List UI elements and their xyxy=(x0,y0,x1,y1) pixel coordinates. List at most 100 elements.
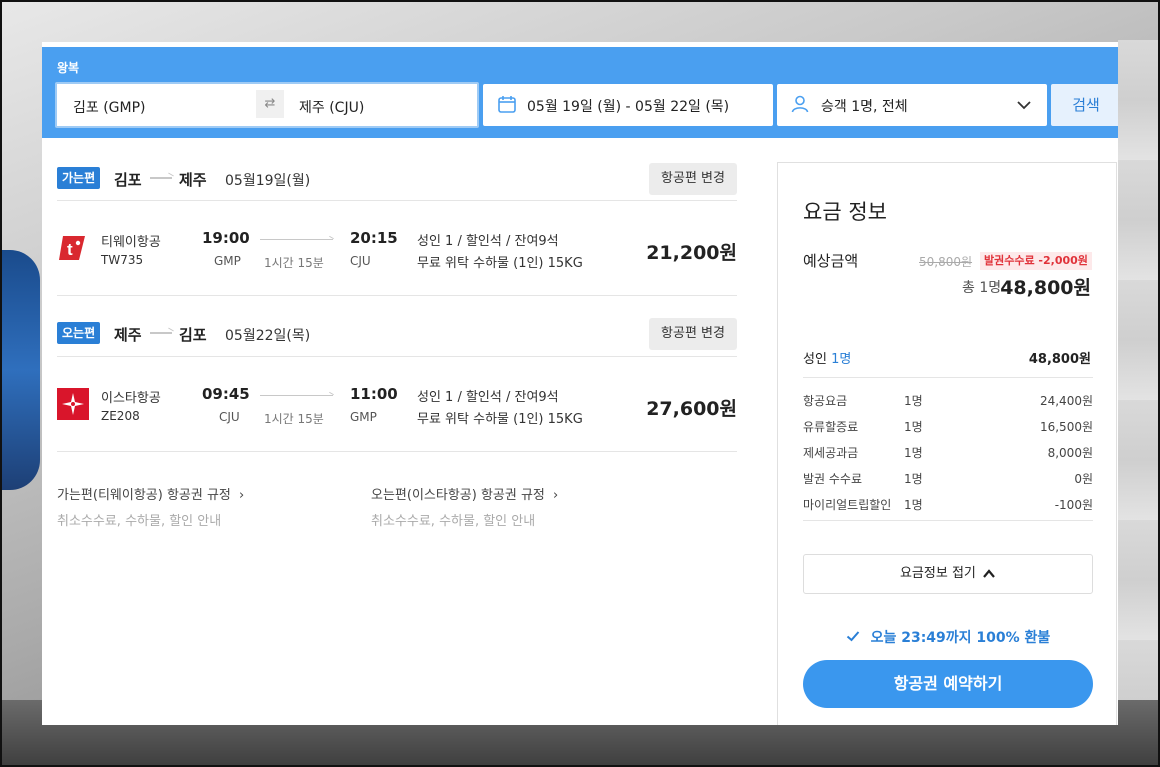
divider xyxy=(57,200,737,201)
divider xyxy=(57,295,737,296)
total-price: 48,800원 xyxy=(1000,277,1091,299)
origin-field[interactable]: 김포 (GMP) xyxy=(73,97,146,117)
breakdown-name: 제세공과금 xyxy=(803,446,859,460)
outbound-change-button[interactable]: 항공편 변경 xyxy=(649,163,737,195)
breakdown-count: 1명 xyxy=(904,394,923,408)
inbound-change-button[interactable]: 항공편 변경 xyxy=(649,318,737,350)
seat-info: 성인 1 / 할인석 / 잔여9석 xyxy=(417,234,559,249)
book-ticket-button[interactable]: 항공권 예약하기 xyxy=(803,660,1093,708)
arrival-airport: CJU xyxy=(350,254,371,268)
arrival-time: 11:00 xyxy=(350,385,398,403)
baggage-info: 무료 위탁 수하물 (1인) 15KG xyxy=(417,412,583,427)
fare-breakdown-row: 항공요금 1명 24,400원 xyxy=(803,392,1093,412)
inbound-header: 오는편 제주 김포 05월22일(목) 항공편 변경 xyxy=(57,318,737,350)
inbound-rules-link[interactable]: 오는편(이스타항공) 항공권 규정 › xyxy=(371,484,558,503)
chevron-down-icon[interactable] xyxy=(1015,96,1033,114)
chevron-up-icon xyxy=(983,568,995,578)
background-airplane-tail xyxy=(0,250,40,490)
fare-breakdown-row: 유류할증료 1명 16,500원 xyxy=(803,418,1093,438)
route-field[interactable]: 김포 (GMP) ⇄ 제주 (CJU) xyxy=(55,82,479,128)
flight-line xyxy=(260,239,333,240)
inbound-from: 제주 xyxy=(114,326,142,344)
inbound-rules-sub: 취소수수료, 수하물, 할인 안내 xyxy=(371,514,536,529)
fare-title: 요금 정보 xyxy=(803,200,887,224)
breakdown-count: 1명 xyxy=(904,446,923,460)
breakdown-name: 유류할증료 xyxy=(803,420,859,434)
person-icon xyxy=(791,95,809,113)
tway-logo-icon: t xyxy=(59,236,85,260)
chevron-right-icon: › xyxy=(553,488,559,503)
original-price: 50,800원 xyxy=(919,255,973,269)
flight-duration: 1시간 15분 xyxy=(264,412,324,426)
divider xyxy=(803,520,1093,521)
trip-type-label[interactable]: 왕복 xyxy=(57,59,79,76)
route-arrow-icon xyxy=(150,177,172,179)
outbound-from: 김포 xyxy=(114,171,142,189)
arrival-time: 20:15 xyxy=(350,229,398,247)
check-icon xyxy=(846,631,859,642)
flight-price: 21,200원 xyxy=(646,242,737,264)
departure-time: 19:00 xyxy=(202,229,250,247)
swap-icon[interactable]: ⇄ xyxy=(256,90,284,118)
baggage-info: 무료 위탁 수하물 (1인) 15KG xyxy=(417,256,583,271)
divider xyxy=(57,356,737,357)
total-label: 총 1명 xyxy=(962,280,1002,296)
svg-text:t: t xyxy=(67,240,73,259)
inbound-rules-label: 오는편(이스타항공) 항공권 규정 xyxy=(371,488,545,503)
adult-amount: 48,800원 xyxy=(1028,352,1091,367)
outbound-to: 제주 xyxy=(179,171,207,189)
divider xyxy=(803,377,1093,378)
divider xyxy=(57,451,737,452)
inbound-badge: 오는편 xyxy=(57,322,101,344)
collapse-fare-button[interactable]: 요금정보 접기 xyxy=(803,554,1093,594)
fare-breakdown-row: 마이리얼트립할인 1명 -100원 xyxy=(803,496,1093,516)
passenger-selector[interactable]: 승객 1명, 전체 xyxy=(777,84,1047,126)
outbound-date: 05월19일(월) xyxy=(225,173,311,189)
flight-number: ZE208 xyxy=(101,409,140,423)
flight-number: TW735 xyxy=(101,253,144,267)
departure-airport: GMP xyxy=(214,254,241,268)
breakdown-count: 1명 xyxy=(904,420,923,434)
outbound-header: 가는편 김포 제주 05월19일(월) 항공편 변경 xyxy=(57,163,737,195)
breakdown-amount: -100원 xyxy=(1054,498,1093,512)
breakdown-amount: 16,500원 xyxy=(1039,420,1093,434)
background-airplane-body xyxy=(1118,40,1160,700)
arrival-airport: GMP xyxy=(350,410,377,424)
flight-line xyxy=(260,395,333,396)
inbound-to: 김포 xyxy=(179,326,207,344)
outbound-rules-label: 가는편(티웨이항공) 항공권 규정 xyxy=(57,488,231,503)
collapse-label: 요금정보 접기 xyxy=(899,566,976,581)
fare-breakdown-row: 제세공과금 1명 8,000원 xyxy=(803,444,1093,464)
inbound-date: 05월22일(목) xyxy=(225,328,311,344)
breakdown-amount: 8,000원 xyxy=(1047,446,1093,460)
fare-info-panel: 요금 정보 예상금액 50,800원 발권수수료 -2,000원 총 1명 48… xyxy=(777,162,1117,725)
estimate-label: 예상금액 xyxy=(803,252,859,270)
destination-field[interactable]: 제주 (CJU) xyxy=(299,97,364,117)
chevron-right-icon: › xyxy=(239,488,245,503)
calendar-icon xyxy=(498,96,516,113)
airline-name: 이스타항공 xyxy=(101,391,161,406)
breakdown-amount: 24,400원 xyxy=(1039,394,1093,408)
search-button[interactable]: 검색 xyxy=(1051,84,1118,126)
seat-info: 성인 1 / 할인석 / 잔여9석 xyxy=(417,390,559,405)
discount-badge: 발권수수료 -2,000원 xyxy=(980,252,1092,270)
adult-label: 성인 1명 xyxy=(803,348,851,367)
breakdown-amount: 0원 xyxy=(1074,472,1093,486)
adult-count: 1명 xyxy=(831,352,852,367)
departure-time: 09:45 xyxy=(202,385,250,403)
outbound-badge: 가는편 xyxy=(57,167,101,189)
refund-text: 오늘 23:49까지 100% 환불 xyxy=(870,630,1051,646)
date-field[interactable]: 05월 19일 (월) - 05월 22일 (목) xyxy=(483,84,773,126)
flight-price: 27,600원 xyxy=(646,398,737,420)
outbound-rules-sub: 취소수수료, 수하물, 할인 안내 xyxy=(57,514,222,529)
route-arrow-icon xyxy=(150,332,172,334)
refund-note: 오늘 23:49까지 100% 환불 xyxy=(778,627,1118,647)
passenger-summary: 승객 1명, 전체 xyxy=(821,99,908,115)
inbound-flight-row[interactable]: 이스타항공 ZE208 09:45 CJU 1시간 15분 11:00 GMP … xyxy=(57,380,737,450)
flight-booking-window: 왕복 김포 (GMP) ⇄ 제주 (CJU) 05월 19일 (월) - 05월… xyxy=(42,42,1118,725)
departure-airport: CJU xyxy=(219,410,240,424)
outbound-rules-link[interactable]: 가는편(티웨이항공) 항공권 규정 › xyxy=(57,484,244,503)
breakdown-count: 1명 xyxy=(904,498,923,512)
outbound-flight-row[interactable]: t 티웨이항공 TW735 19:00 GMP 1시간 15분 20:15 CJ… xyxy=(57,224,737,294)
airline-name: 티웨이항공 xyxy=(101,235,161,250)
